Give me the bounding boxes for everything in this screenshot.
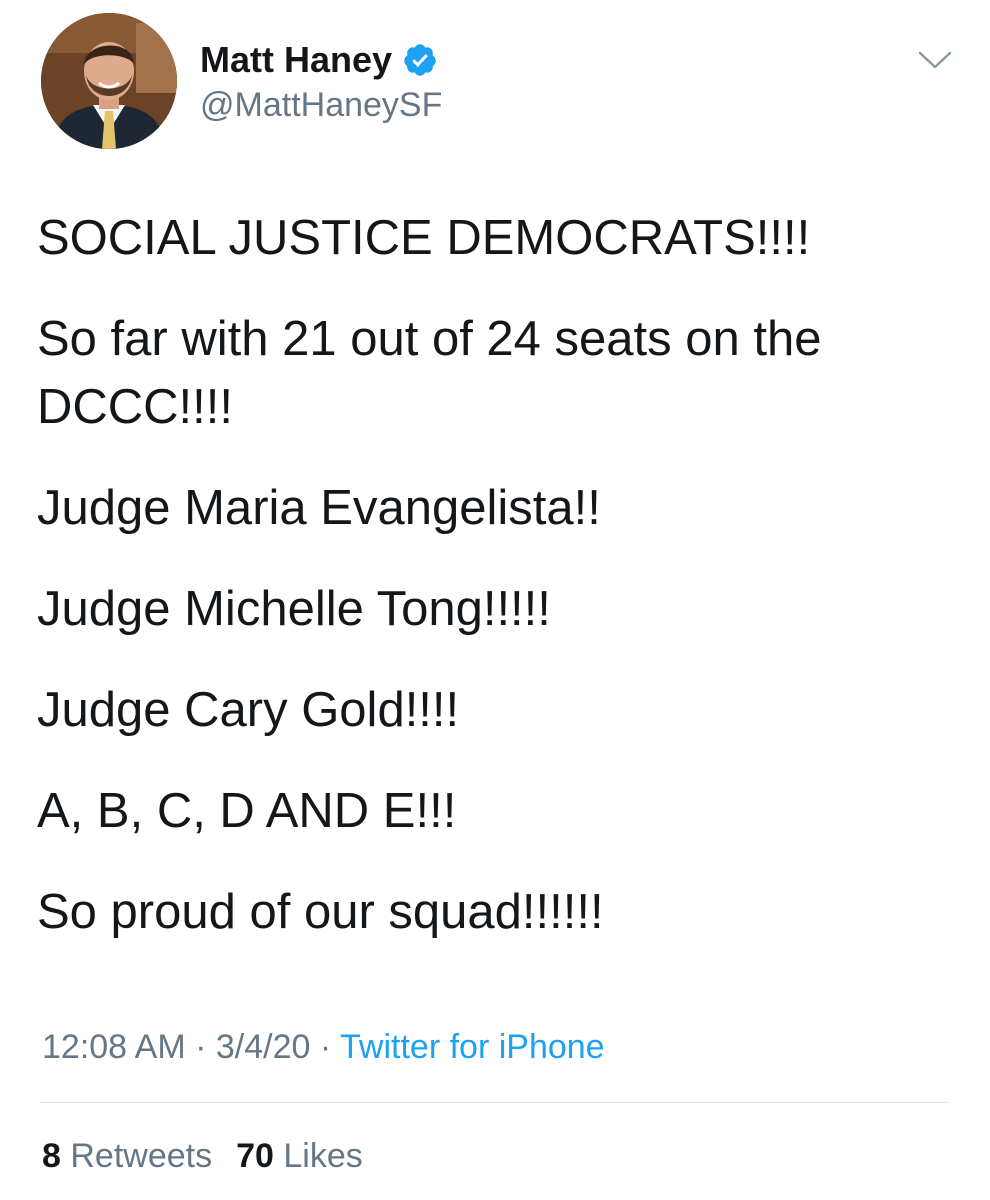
- author-name-row[interactable]: Matt Haney: [200, 38, 438, 82]
- divider: [40, 1102, 948, 1103]
- tweet-line: Judge Cary Gold!!!!: [37, 683, 460, 737]
- chevron-down-icon[interactable]: [916, 48, 954, 72]
- author-handle[interactable]: @MattHaneySF: [200, 84, 442, 126]
- tweet-time[interactable]: 12:08 AM: [42, 1028, 186, 1066]
- tweet-line: A, B, C, D AND E!!!: [37, 784, 457, 838]
- tweet-text: SOCIAL JUSTICE DEMOCRATS!!!! So far with…: [37, 204, 967, 979]
- avatar-photo-icon: [41, 13, 177, 149]
- author-display-name[interactable]: Matt Haney: [200, 38, 392, 82]
- tweet-card: Matt Haney @MattHaneySF SOCIAL JUSTICE D…: [0, 0, 990, 1200]
- tweet-meta: 12:08 AM · 3/4/20 · Twitter for iPhone: [42, 1025, 605, 1069]
- likes-label: Likes: [283, 1137, 363, 1175]
- tweet-line: Judge Michelle Tong!!!!!: [37, 582, 551, 636]
- tweet-stats: 8 Retweets 70 Likes: [42, 1134, 363, 1178]
- retweets-label: Retweets: [70, 1137, 213, 1175]
- tweet-date[interactable]: 3/4/20: [216, 1028, 311, 1066]
- tweet-line: SOCIAL JUSTICE DEMOCRATS!!!!: [37, 211, 811, 265]
- meta-separator: ·: [310, 1028, 341, 1066]
- meta-separator: ·: [185, 1028, 216, 1066]
- likes-count: 70: [236, 1137, 274, 1175]
- tweet-source-link[interactable]: Twitter for iPhone: [340, 1028, 605, 1066]
- verified-badge-icon: [402, 42, 438, 78]
- retweets-stat[interactable]: 8 Retweets: [42, 1134, 212, 1178]
- tweet-line: So far with 21 out of 24 seats on the DC…: [37, 312, 822, 434]
- avatar[interactable]: [41, 13, 177, 149]
- retweets-count: 8: [42, 1137, 61, 1175]
- tweet-line: Judge Maria Evangelista!!: [37, 481, 601, 535]
- tweet-line: So proud of our squad!!!!!!: [37, 885, 604, 939]
- likes-stat[interactable]: 70 Likes: [236, 1134, 363, 1178]
